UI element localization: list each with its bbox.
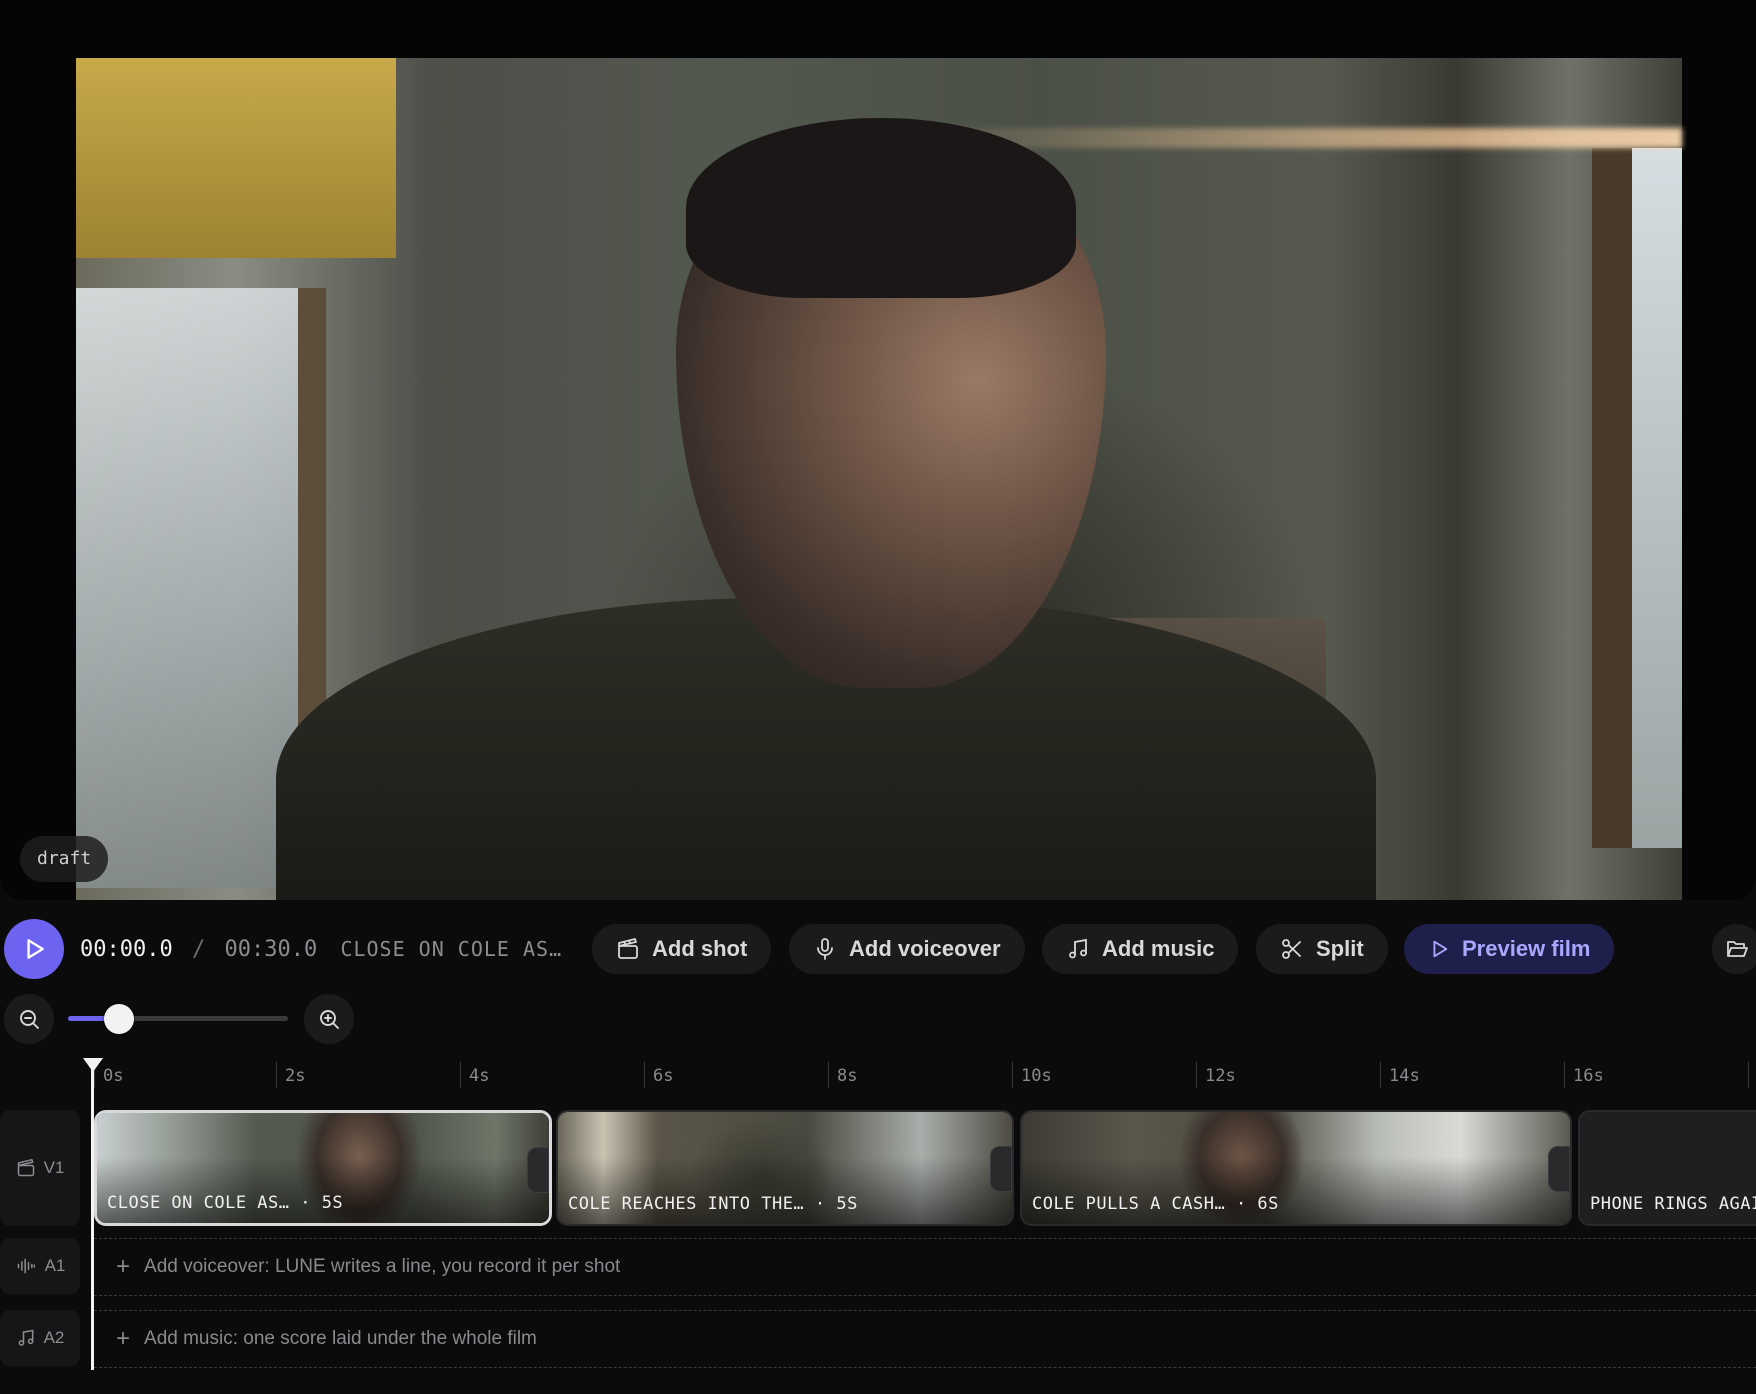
track-name: A2 (43, 1328, 65, 1347)
ruler-tick: 6s (644, 1062, 673, 1088)
clip-label: COLE REACHES INTO THE… · 5S (568, 1194, 858, 1214)
zoom-in-button[interactable] (304, 994, 354, 1044)
play-outline-icon (1433, 940, 1448, 958)
scissors-icon (1282, 939, 1301, 959)
track-label-v1: V1 (0, 1110, 80, 1226)
timeline-clip[interactable]: CLOSE ON COLE AS… · 5S (94, 1110, 552, 1226)
track-label-a2: A2 (0, 1310, 80, 1366)
track-name: A1 (44, 1256, 66, 1275)
track-label-a1: A1 (0, 1238, 80, 1294)
preview-frame-image (76, 58, 1682, 900)
music-note-icon (1069, 938, 1087, 959)
plus-icon: + (116, 1325, 131, 1352)
open-project-button[interactable] (1712, 924, 1756, 974)
split-button[interactable]: Split (1256, 924, 1388, 974)
clip-label: PHONE RINGS AGAI (1590, 1194, 1756, 1214)
play-button[interactable] (4, 919, 64, 979)
music-placeholder: Add music: one score laid under the whol… (144, 1328, 537, 1349)
timecode-readout: 00:00.0 / 00:30.0 CLOSE ON COLE AS… (80, 918, 562, 980)
timeline-ruler[interactable]: 0s 2s 4s 6s 8s 10s 12s 14s 16s (94, 1058, 1756, 1090)
time-separator: / (191, 937, 206, 962)
zoom-slider-thumb[interactable] (103, 1004, 134, 1034)
total-time: 00:30.0 (224, 937, 318, 962)
clip-trim-handle[interactable] (527, 1147, 549, 1193)
add-music-button[interactable]: Add music (1042, 924, 1239, 974)
add-music-label: Add music (1102, 936, 1215, 961)
clip-trim-handle[interactable] (990, 1146, 1012, 1192)
add-shot-button[interactable]: Add shot (592, 924, 772, 974)
voiceover-lane[interactable]: + Add voiceover: LUNE writes a line, you… (94, 1238, 1756, 1296)
zoom-out-button[interactable] (4, 994, 54, 1044)
folder-open-icon (1727, 941, 1748, 957)
zoom-slider[interactable] (68, 1004, 288, 1034)
ruler-tick: 14s (1380, 1062, 1420, 1088)
ruler-tick: 4s (460, 1062, 489, 1088)
music-note-icon (18, 1329, 34, 1346)
clip-label: CLOSE ON COLE AS… · 5S (107, 1193, 344, 1213)
zoom-in-icon (320, 1010, 339, 1029)
clapperboard-icon (17, 1158, 34, 1177)
current-shot-title: CLOSE ON COLE AS… (340, 937, 563, 961)
voiceover-placeholder: Add voiceover: LUNE writes a line, you r… (144, 1256, 621, 1277)
playhead-handle[interactable] (83, 1058, 103, 1072)
add-voiceover-label: Add voiceover (849, 936, 1001, 961)
current-time: 00:00.0 (80, 937, 173, 962)
ruler-tick-end (1748, 1062, 1756, 1088)
play-icon (27, 939, 44, 959)
clapperboard-icon (618, 938, 638, 959)
clip-trim-handle[interactable] (1548, 1146, 1570, 1192)
draft-badge: draft (20, 836, 109, 882)
playhead[interactable] (91, 1058, 94, 1370)
ruler-tick: 2s (276, 1062, 305, 1088)
music-lane[interactable]: + Add music: one score laid under the wh… (94, 1310, 1756, 1368)
ruler-tick: 10s (1012, 1062, 1052, 1088)
preview-film-button[interactable]: Preview film (1404, 924, 1615, 974)
timeline-clip[interactable]: COLE PULLS A CASH… · 6S (1020, 1110, 1572, 1226)
timeline-clip[interactable]: PHONE RINGS AGAI (1578, 1110, 1756, 1226)
split-label: Split (1316, 936, 1364, 961)
timeline-clip[interactable]: COLE REACHES INTO THE… · 5S (556, 1110, 1014, 1226)
clip-label: COLE PULLS A CASH… · 6S (1032, 1194, 1279, 1214)
microphone-icon (817, 938, 833, 960)
ruler-tick: 8s (828, 1062, 857, 1088)
track-name: V1 (43, 1158, 65, 1177)
add-shot-label: Add shot (652, 936, 748, 961)
zoom-out-icon (20, 1010, 39, 1029)
preview-film-label: Preview film (1462, 936, 1591, 961)
waveform-icon (17, 1258, 35, 1274)
transport-toolbar: 00:00.0 / 00:30.0 CLOSE ON COLE AS… Add … (0, 918, 1756, 980)
video-preview: draft (0, 0, 1756, 900)
ruler-tick: 16s (1564, 1062, 1604, 1088)
ruler-tick: 12s (1196, 1062, 1236, 1088)
add-voiceover-button[interactable]: Add voiceover (789, 924, 1025, 974)
plus-icon: + (116, 1253, 131, 1280)
